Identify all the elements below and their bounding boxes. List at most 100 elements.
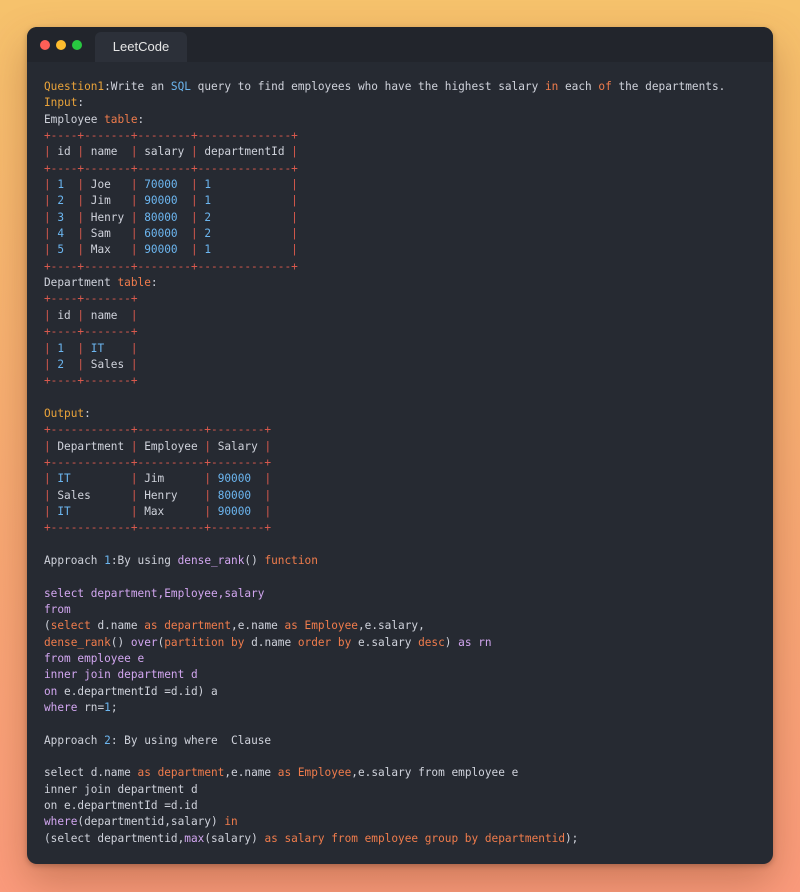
code-token: |	[124, 308, 138, 322]
code-token: 80000	[144, 210, 185, 224]
code-token: 4	[57, 227, 71, 241]
code-token: |	[284, 243, 298, 257]
code-token: Input	[44, 96, 78, 110]
code-token: |	[184, 210, 205, 224]
code-token: as	[137, 766, 151, 780]
code-token: |	[44, 178, 58, 192]
code-token: |	[184, 194, 205, 208]
code-line: Department table:	[44, 275, 725, 291]
code-token: inner join department d	[44, 668, 198, 682]
code-token: 1	[204, 243, 285, 257]
code-token: max	[184, 831, 205, 845]
close-window-button[interactable]	[40, 40, 50, 50]
code-token: |	[184, 243, 205, 257]
code-token: |	[70, 178, 91, 192]
code-token: : By using where Clause	[110, 733, 272, 747]
code-token: on e.departmentId =d.id	[44, 799, 198, 813]
code-line: Approach 2: By using where Clause	[44, 733, 725, 749]
code-token: Henry	[90, 210, 125, 224]
code-token: 1	[57, 178, 71, 192]
code-token: |	[284, 145, 298, 159]
code-token: Department	[44, 276, 118, 290]
code-token: 90000	[144, 194, 185, 208]
code-line: +----+-------+--------+--------------+	[44, 128, 725, 144]
code-token: name	[90, 308, 125, 322]
code-token: Department	[57, 439, 125, 453]
code-token: |	[44, 504, 58, 518]
code-token: Max	[90, 243, 125, 257]
code-token: ()	[110, 635, 131, 649]
code-token: 2	[104, 733, 111, 747]
code-token: |	[257, 439, 272, 453]
code-token: |	[124, 145, 145, 159]
code-token: from employee e	[44, 652, 145, 666]
maximize-window-button[interactable]	[72, 40, 82, 50]
code-token: |	[284, 194, 298, 208]
title-bar: LeetCode	[27, 27, 773, 62]
code-line: Input:	[44, 95, 725, 111]
code-token: |	[124, 439, 145, 453]
code-token: |	[70, 145, 91, 159]
code-token: of	[598, 80, 612, 93]
code-token: 90000	[217, 504, 258, 518]
code-token: table	[117, 276, 151, 290]
code-line: | IT | Jim | 90000 |	[44, 471, 725, 487]
code-line: Question1:Write an SQL query to find emp…	[44, 79, 725, 95]
code-token: :	[150, 276, 158, 290]
minimize-window-button[interactable]	[56, 40, 66, 50]
code-token: 2	[57, 357, 71, 371]
code-token: Jim	[90, 194, 125, 208]
code-token: |	[257, 488, 272, 502]
code-token: as rn	[458, 635, 492, 649]
code-token: |	[257, 504, 272, 518]
code-token: |	[124, 227, 145, 241]
code-line: | 3 | Henry | 80000 | 2 |	[44, 210, 725, 226]
code-token: 1	[204, 178, 285, 192]
code-token: Approach	[44, 553, 105, 567]
code-line: +----+-------+	[44, 324, 725, 340]
code-token: |	[124, 504, 145, 518]
code-token: each	[558, 80, 599, 93]
code-token: salary	[144, 145, 185, 159]
code-token: on	[44, 684, 58, 698]
code-line: | 4 | Sam | 60000 | 2 |	[44, 226, 725, 242]
code-token: function	[264, 553, 318, 567]
code-token: as	[277, 766, 292, 780]
code-token: inner join department d	[44, 782, 198, 796]
code-token: +----+-------+--------+--------------+	[44, 129, 298, 143]
code-token: 80000	[217, 488, 258, 502]
code-token: Jim	[144, 472, 198, 486]
code-line: (select d.name as department,e.name as E…	[44, 618, 725, 634]
code-token: ,e.name	[231, 619, 285, 633]
code-line: | id | name |	[44, 308, 725, 324]
code-token: 2	[204, 210, 285, 224]
code-line: +------------+----------+--------+	[44, 422, 725, 438]
code-token: (departmentid,salary)	[77, 815, 225, 829]
code-token: |	[44, 308, 58, 322]
code-token: +----+-------+	[44, 374, 138, 388]
code-token: name	[90, 145, 125, 159]
code-token: ;	[110, 701, 118, 715]
code-line: +----+-------+--------+--------------+	[44, 161, 725, 177]
code-token: :	[84, 406, 91, 420]
tab-leetcode[interactable]: LeetCode	[95, 32, 187, 62]
code-token: IT	[57, 472, 125, 486]
code-token: +------------+----------+--------+	[44, 423, 272, 437]
code-token: 1	[104, 701, 111, 715]
code-token: as salary from employee group by departm…	[264, 831, 565, 845]
code-token: (select departmentid,	[44, 831, 185, 845]
code-token: |	[70, 308, 91, 322]
code-token: |	[124, 341, 138, 355]
code-line: +------------+----------+--------+	[44, 455, 725, 471]
code-area: Question1:Write an SQL query to find emp…	[44, 79, 725, 847]
code-line: | Sales | Henry | 80000 |	[44, 488, 725, 504]
code-token: id	[57, 145, 71, 159]
code-token: |	[70, 243, 91, 257]
code-token: |	[44, 210, 58, 224]
code-token: e.departmentId =d.id) a	[57, 684, 218, 698]
code-token: d.name	[244, 635, 298, 649]
